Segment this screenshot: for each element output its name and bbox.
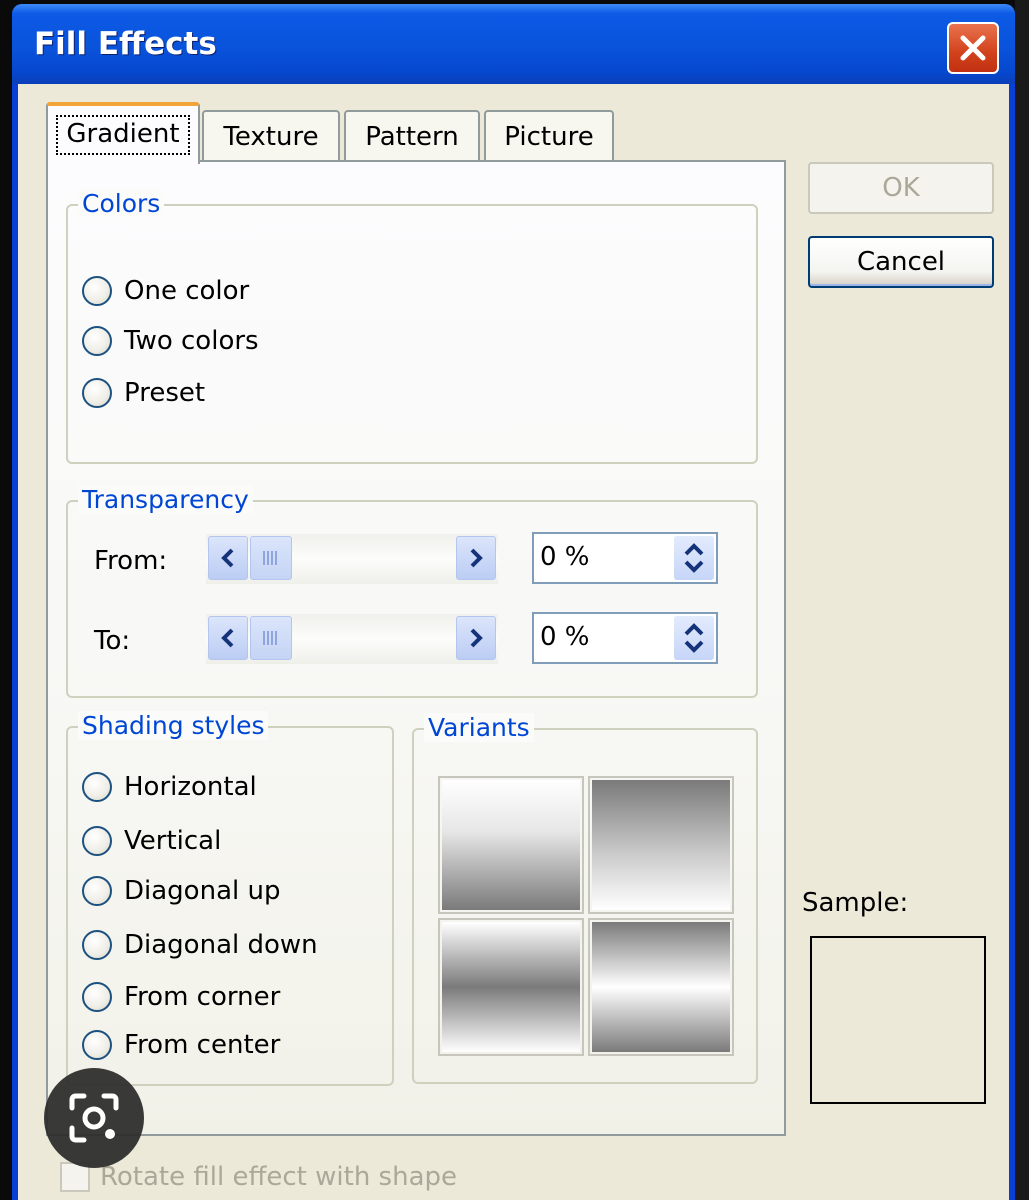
tab-gradient-label: Gradient: [56, 115, 190, 155]
to-scroll-left-button[interactable]: [208, 616, 248, 660]
from-percent-spinner[interactable]: 0 %: [532, 532, 718, 584]
tab-pattern[interactable]: Pattern: [344, 110, 480, 162]
screen-background: [0, 0, 12, 1200]
from-percent-value[interactable]: 0 %: [540, 542, 590, 572]
ok-button[interactable]: OK: [808, 162, 994, 214]
chevron-left-icon: [221, 628, 234, 648]
shading-styles-group: Shading styles Horizontal Vertical Diago…: [66, 711, 394, 1086]
to-label: To:: [94, 626, 131, 656]
grip-icon: [263, 551, 279, 565]
radio-button[interactable]: [82, 772, 112, 802]
to-slider[interactable]: [206, 614, 498, 664]
radio-button[interactable]: [82, 1030, 112, 1060]
chevron-right-icon: [470, 548, 483, 568]
to-scroll-right-button[interactable]: [456, 616, 496, 660]
tab-gradient[interactable]: Gradient: [46, 102, 200, 164]
gradient-tab-panel: Colors One color Two colors Preset Trans…: [46, 160, 786, 1136]
colors-group: Colors One color Two colors Preset: [66, 189, 758, 464]
from-scroll-left-button[interactable]: [208, 536, 248, 580]
to-percent-value[interactable]: 0 %: [540, 622, 590, 652]
radio-button[interactable]: [82, 276, 112, 306]
radio-button[interactable]: [82, 982, 112, 1012]
to-slider-thumb[interactable]: [250, 616, 292, 660]
screen-edge: [1015, 0, 1029, 1200]
from-slider[interactable]: [206, 534, 498, 584]
transparency-group-label: Transparency: [78, 485, 253, 514]
tab-texture-label: Texture: [223, 122, 319, 152]
tab-picture[interactable]: Picture: [484, 110, 614, 162]
radio-button[interactable]: [82, 930, 112, 960]
chevron-right-icon: [470, 628, 483, 648]
radio-diagonal-down[interactable]: Diagonal down: [82, 930, 318, 960]
sample-preview: [810, 936, 986, 1104]
tab-picture-label: Picture: [504, 122, 594, 152]
radio-label: Vertical: [124, 826, 222, 856]
from-scroll-right-button[interactable]: [456, 536, 496, 580]
variant-4[interactable]: [588, 918, 734, 1056]
variant-3[interactable]: [438, 918, 584, 1056]
lens-search-icon: [69, 1093, 119, 1143]
radio-button[interactable]: [82, 378, 112, 408]
radio-from-corner[interactable]: From corner: [82, 982, 280, 1012]
tab-pattern-label: Pattern: [365, 122, 459, 152]
radio-label: Horizontal: [124, 772, 257, 802]
radio-vertical[interactable]: Vertical: [82, 826, 221, 856]
radio-label: Diagonal down: [124, 930, 318, 960]
sample-label: Sample:: [802, 888, 909, 918]
radio-button[interactable]: [82, 826, 112, 856]
fill-effects-dialog: Fill Effects Gradient Texture Pattern Pi…: [12, 4, 1015, 1200]
dialog-body: Gradient Texture Pattern Picture Colors …: [18, 84, 1009, 1200]
variant-2[interactable]: [588, 776, 734, 914]
radio-label: Preset: [124, 378, 206, 408]
spin-arrows-icon: [684, 623, 704, 653]
radio-label: One color: [124, 276, 250, 306]
to-percent-spinner[interactable]: 0 %: [532, 612, 718, 664]
radio-preset[interactable]: Preset: [82, 378, 205, 408]
variants-group: Variants: [412, 713, 758, 1084]
radio-label: Two colors: [124, 326, 259, 356]
variant-1[interactable]: [438, 776, 584, 914]
grip-icon: [263, 631, 279, 645]
shading-styles-group-label: Shading styles: [78, 711, 269, 740]
rotate-fill-label[interactable]: Rotate fill effect with shape: [100, 1162, 457, 1192]
title-bar[interactable]: Fill Effects: [12, 4, 1015, 84]
variants-group-label: Variants: [424, 713, 534, 742]
close-icon: [960, 35, 986, 61]
window-title: Fill Effects: [34, 26, 217, 62]
radio-label: From corner: [124, 982, 281, 1012]
radio-one-color[interactable]: One color: [82, 276, 249, 306]
radio-button[interactable]: [82, 876, 112, 906]
radio-label: From center: [124, 1030, 281, 1060]
to-spin-buttons[interactable]: [674, 616, 714, 660]
from-spin-buttons[interactable]: [674, 536, 714, 580]
radio-diagonal-up[interactable]: Diagonal up: [82, 876, 280, 906]
tab-texture[interactable]: Texture: [202, 110, 340, 162]
radio-label: Diagonal up: [124, 876, 281, 906]
spin-arrows-icon: [684, 543, 704, 573]
lens-search-button[interactable]: [44, 1068, 144, 1168]
radio-from-center[interactable]: From center: [82, 1030, 280, 1060]
close-button[interactable]: [947, 22, 999, 74]
chevron-left-icon: [221, 548, 234, 568]
radio-button[interactable]: [82, 326, 112, 356]
radio-two-colors[interactable]: Two colors: [82, 326, 259, 356]
cancel-button[interactable]: Cancel: [808, 236, 994, 288]
from-label: From:: [94, 546, 168, 576]
transparency-group: Transparency From: 0 % To: 0 %: [66, 485, 758, 698]
from-slider-thumb[interactable]: [250, 536, 292, 580]
radio-horizontal[interactable]: Horizontal: [82, 772, 257, 802]
colors-group-label: Colors: [78, 189, 165, 218]
